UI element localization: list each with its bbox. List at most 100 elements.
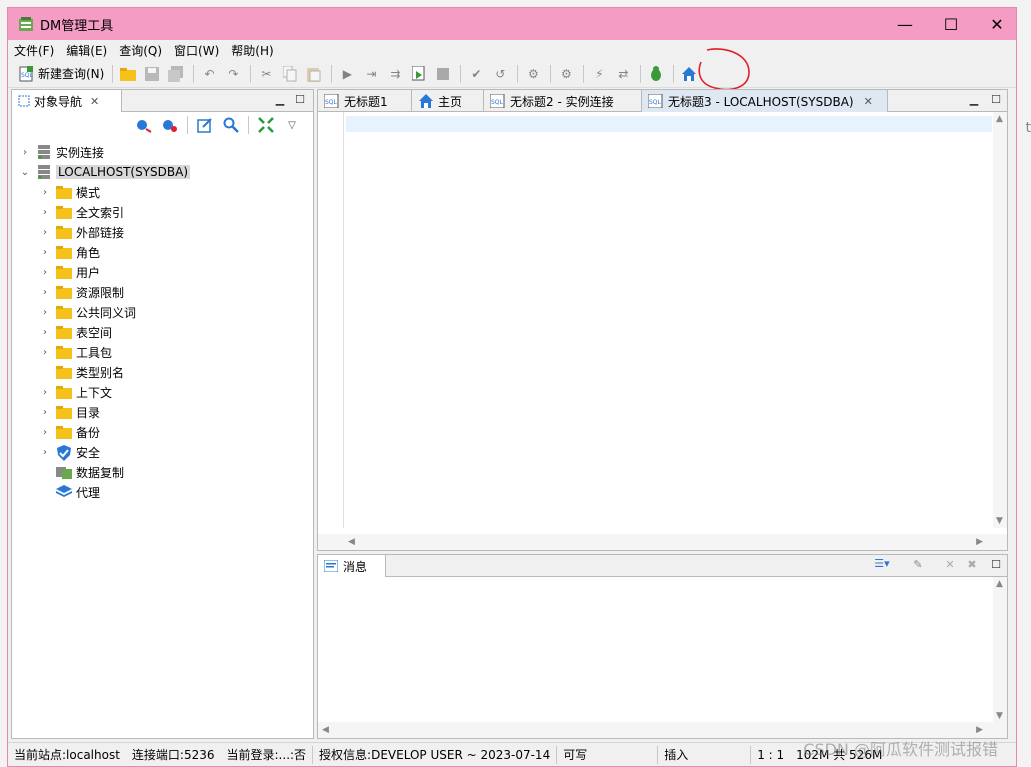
redo-button[interactable]: ↷ bbox=[222, 63, 244, 85]
rollback-button[interactable]: ↺ bbox=[489, 63, 511, 85]
chevron-right-icon[interactable]: › bbox=[40, 387, 50, 398]
tab-home[interactable]: 主页 bbox=[412, 90, 484, 112]
tree-node[interactable]: 数据复制 bbox=[12, 462, 313, 482]
tree-node[interactable]: › 公共同义词 bbox=[12, 302, 313, 322]
sql-editor[interactable]: ▲ ▼ ◀ ▶ bbox=[318, 112, 1007, 550]
copy-button[interactable] bbox=[279, 63, 301, 85]
switch-button[interactable]: ⇄ bbox=[612, 63, 634, 85]
monitor-button[interactable]: ⚙ bbox=[555, 63, 577, 85]
execute-selection-button[interactable]: ⇥ bbox=[360, 63, 382, 85]
scroll-right-icon[interactable]: ▶ bbox=[976, 725, 983, 735]
message-view-menu-button[interactable]: ☰▾ bbox=[870, 558, 894, 570]
scroll-left-icon[interactable]: ◀ bbox=[322, 725, 329, 735]
format-button[interactable]: ⚡ bbox=[588, 63, 610, 85]
minimize-panel-button[interactable]: ▁ bbox=[274, 94, 286, 106]
search-button[interactable] bbox=[220, 114, 242, 136]
tree-node[interactable]: › 实例连接 bbox=[12, 142, 313, 162]
export-button[interactable] bbox=[408, 63, 430, 85]
execute-button[interactable]: ▶ bbox=[336, 63, 358, 85]
save-button[interactable] bbox=[141, 63, 163, 85]
editor-horizontal-scrollbar[interactable]: ◀ ▶ bbox=[318, 534, 1007, 550]
tree-node[interactable]: 代理 bbox=[12, 482, 313, 502]
paste-button[interactable] bbox=[303, 63, 325, 85]
chevron-right-icon[interactable]: › bbox=[40, 307, 50, 318]
chevron-right-icon[interactable]: › bbox=[40, 427, 50, 438]
tree-node[interactable]: ⌄ LOCALHOST(SYSDBA) bbox=[12, 162, 313, 182]
menu-edit[interactable]: 编辑(E) bbox=[66, 42, 107, 59]
disconnect-button[interactable] bbox=[159, 114, 181, 136]
tree-node[interactable]: › 备份 bbox=[12, 422, 313, 442]
messages-vertical-scrollbar[interactable]: ▲ ▼ bbox=[993, 577, 1007, 723]
tree-node[interactable]: › 安全 bbox=[12, 442, 313, 462]
edit-button[interactable] bbox=[194, 114, 216, 136]
tree-node[interactable]: › 用户 bbox=[12, 262, 313, 282]
tree-node[interactable]: › 角色 bbox=[12, 242, 313, 262]
undo-button[interactable]: ↶ bbox=[198, 63, 220, 85]
close-tab-icon[interactable]: ✕ bbox=[90, 95, 99, 108]
tree-node[interactable]: › 外部链接 bbox=[12, 222, 313, 242]
view-menu-button[interactable]: ▽ bbox=[281, 114, 303, 136]
debug-button[interactable] bbox=[645, 63, 667, 85]
chevron-right-icon[interactable]: › bbox=[40, 187, 50, 198]
tree-node[interactable]: › 模式 bbox=[12, 182, 313, 202]
tab-untitled-1[interactable]: SQL 无标题1 bbox=[318, 90, 412, 112]
chevron-down-icon[interactable]: ⌄ bbox=[20, 167, 30, 178]
chevron-right-icon[interactable]: › bbox=[40, 347, 50, 358]
clear-messages-button[interactable]: ✎ bbox=[912, 559, 924, 571]
tree-node[interactable]: › 全文索引 bbox=[12, 202, 313, 222]
maximize-messages-button[interactable]: ☐ bbox=[990, 559, 1002, 571]
stop-button[interactable] bbox=[432, 63, 454, 85]
chevron-right-icon[interactable]: › bbox=[40, 247, 50, 258]
chevron-right-icon[interactable]: › bbox=[40, 447, 50, 458]
tab-untitled-3[interactable]: SQL 无标题3 - LOCALHOST(SYSDBA) ✕ bbox=[642, 90, 888, 112]
scroll-up-icon[interactable]: ▲ bbox=[996, 114, 1003, 124]
scroll-up-icon[interactable]: ▲ bbox=[996, 579, 1003, 589]
chevron-right-icon[interactable]: › bbox=[20, 147, 30, 158]
close-tab-icon[interactable]: ✕ bbox=[864, 95, 873, 108]
minimize-editor-button[interactable]: ▁ bbox=[968, 94, 980, 106]
maximize-panel-button[interactable]: ☐ bbox=[294, 94, 306, 106]
menu-window[interactable]: 窗口(W) bbox=[174, 42, 219, 59]
save-all-button[interactable] bbox=[165, 63, 187, 85]
chevron-right-icon[interactable]: › bbox=[40, 267, 50, 278]
editor-area: SQL 无标题1 主页 SQL 无标题2 - 实例连接 SQL 无标题3 - L… bbox=[317, 89, 1008, 551]
editor-vertical-scrollbar[interactable]: ▲ ▼ bbox=[993, 112, 1007, 528]
edit-icon bbox=[197, 118, 212, 133]
tree-node[interactable]: › 工具包 bbox=[12, 342, 313, 362]
menu-help[interactable]: 帮助(H) bbox=[231, 42, 273, 59]
execute-script-button[interactable]: ⇉ bbox=[384, 63, 406, 85]
tree-node[interactable]: 类型别名 bbox=[12, 362, 313, 382]
chevron-right-icon[interactable]: › bbox=[40, 407, 50, 418]
maximize-editor-button[interactable]: ☐ bbox=[990, 94, 1002, 106]
scroll-down-icon[interactable]: ▼ bbox=[996, 711, 1003, 721]
scroll-down-icon[interactable]: ▼ bbox=[996, 516, 1003, 526]
tab-untitled-2[interactable]: SQL 无标题2 - 实例连接 bbox=[484, 90, 642, 112]
status-login: 当前登录:...:否 bbox=[226, 748, 307, 762]
remove-button[interactable]: ✕ bbox=[944, 559, 956, 571]
menu-query[interactable]: 查询(Q) bbox=[119, 42, 162, 59]
tree-node[interactable]: › 上下文 bbox=[12, 382, 313, 402]
menu-file[interactable]: 文件(F) bbox=[14, 42, 54, 59]
chevron-right-icon[interactable]: › bbox=[40, 287, 50, 298]
plan-button[interactable]: ⚙ bbox=[522, 63, 544, 85]
maximize-button[interactable]: ☐ bbox=[928, 8, 974, 40]
tree-node[interactable]: › 表空间 bbox=[12, 322, 313, 342]
scroll-right-icon[interactable]: ▶ bbox=[976, 537, 983, 547]
close-button[interactable]: ✕ bbox=[974, 8, 1020, 40]
chevron-right-icon[interactable]: › bbox=[40, 227, 50, 238]
commit-button[interactable]: ✔ bbox=[465, 63, 487, 85]
tab-object-navigator[interactable]: 对象导航 ✕ bbox=[12, 90, 122, 112]
tree-node[interactable]: › 目录 bbox=[12, 402, 313, 422]
new-query-button[interactable]: SQL 新建查询(N) bbox=[14, 63, 108, 85]
tree-node[interactable]: › 资源限制 bbox=[12, 282, 313, 302]
connect-button[interactable] bbox=[133, 114, 155, 136]
open-button[interactable] bbox=[117, 63, 139, 85]
remove-all-button[interactable]: ✖ bbox=[966, 559, 978, 571]
scroll-left-icon[interactable]: ◀ bbox=[348, 537, 355, 547]
chevron-right-icon[interactable]: › bbox=[40, 207, 50, 218]
expand-all-button[interactable] bbox=[255, 114, 277, 136]
minimize-button[interactable]: — bbox=[882, 8, 928, 40]
cut-button[interactable]: ✂ bbox=[255, 63, 277, 85]
chevron-right-icon[interactable]: › bbox=[40, 327, 50, 338]
tab-messages[interactable]: 消息 bbox=[318, 555, 386, 577]
